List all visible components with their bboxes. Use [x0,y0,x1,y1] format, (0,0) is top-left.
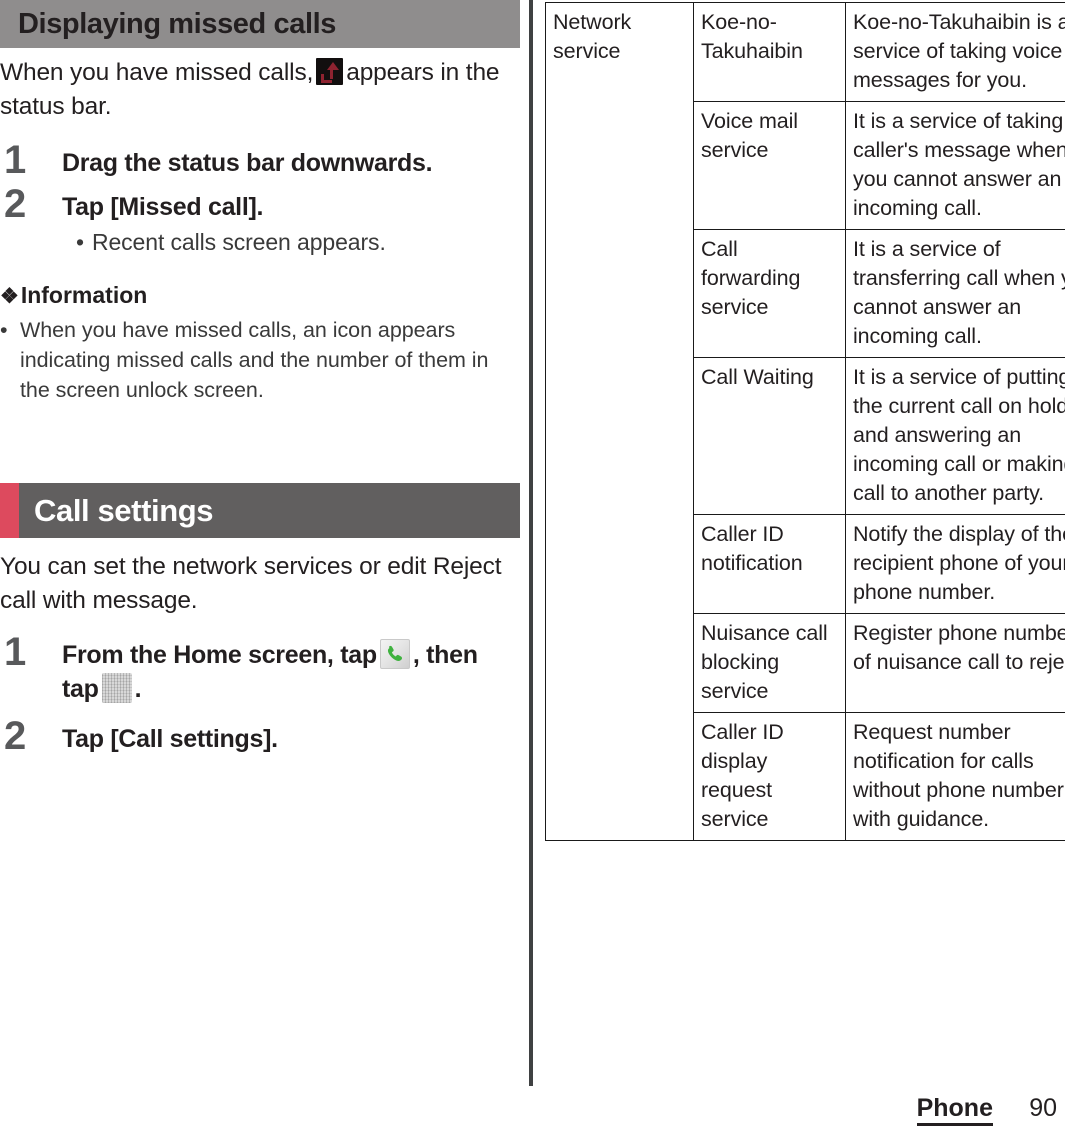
heading-accent-bar [0,483,19,538]
step-text: Tap [Missed call]. [62,193,264,221]
information-item: • When you have missed calls, an icon ap… [0,315,520,405]
missed-call-icon [316,58,344,85]
bullet-dot: • [0,318,8,342]
table-cell-service-name: Caller ID notification [693,514,846,614]
table-cell-service-name: Call Waiting [693,357,846,515]
step-number: 2 [4,182,27,226]
table-cell-description: It is a service of putting the current c… [845,357,1065,515]
step-sub-bullet: • Recent calls screen appears. [62,226,520,258]
step-sub-bullet-text: Recent calls screen appears. [91,229,386,255]
diamond-icon: ❖ [0,285,19,308]
section-heading-displaying-missed-calls: Displaying missed calls [0,0,520,48]
bullet-dot: • [76,229,84,255]
table-row: Network service Koe-no-Takuhaibin Koe-no… [545,2,1065,841]
step-text: From the Home screen, tap , then tap. [62,638,520,706]
network-service-table: Network service Koe-no-Takuhaibin Koe-no… [545,2,1065,841]
step-item: 1 From the Home screen, tap , then tap. [0,632,520,706]
table-cell-service-name: Caller ID display request service [693,712,846,841]
step-text: Drag the status bar downwards. [62,149,433,177]
table-cell-description: It is a service of taking caller's messa… [845,101,1065,230]
table-cell-service-name: Call forwarding service [693,229,846,358]
table-cell-service-name: Nuisance call blocking service [693,613,846,713]
footer-chapter-label: Phone [916,1094,993,1126]
table-cell-service-name: Koe-no-Takuhaibin [693,2,846,102]
app-grid-icon [101,673,132,703]
step-item: 2 Tap [Missed call]. • Recent calls scree… [0,184,520,258]
manual-page: Displaying missed calls When you have mi… [0,0,1065,1130]
table-cell-description: Notify the display of the recipient phon… [845,514,1065,614]
step-text-part3: . [134,675,142,703]
left-column: Displaying missed calls When you have mi… [0,0,520,758]
column-divider [529,0,533,1086]
table-cell-category: Network service [545,2,694,841]
step-number: 1 [4,630,27,674]
information-item-text: When you have missed calls, an icon appe… [20,318,489,402]
step-number: 1 [4,138,27,182]
right-column: Network service Koe-no-Takuhaibin Koe-no… [545,2,1065,841]
footer-page-number: 90 [1029,1094,1057,1122]
section-heading-call-settings-label: Call settings [34,493,214,528]
table-cell-service-name: Voice mail service [693,101,846,230]
step-text-part1: From the Home screen, tap [62,641,377,669]
table-cell-description: Koe-no-Takuhaibin is a service of taking… [845,2,1065,102]
step-item: 1 Drag the status bar downwards. [0,140,520,182]
step-text: Tap [Call settings]. [62,725,278,753]
page-footer: Phone 90 [0,1086,1065,1130]
section-heading-call-settings: Call settings [0,483,520,538]
phone-app-icon [379,639,410,669]
information-heading: ❖Information [0,280,520,312]
section2-intro: You can set the network services or edit… [0,553,502,614]
table-cell-description: Request number notification for calls wi… [845,712,1065,841]
table-cell-description: Register phone numbers of nuisance call … [845,613,1065,713]
step-number: 2 [4,714,27,758]
step-item: 2 Tap [Call settings]. [0,716,520,758]
section1-intro: When you have missed calls, appears in th… [0,56,520,124]
section1-intro-before: When you have missed calls, [0,59,314,86]
information-label: Information [20,282,148,308]
table-cell-description: It is a service of transferring call whe… [845,229,1065,358]
